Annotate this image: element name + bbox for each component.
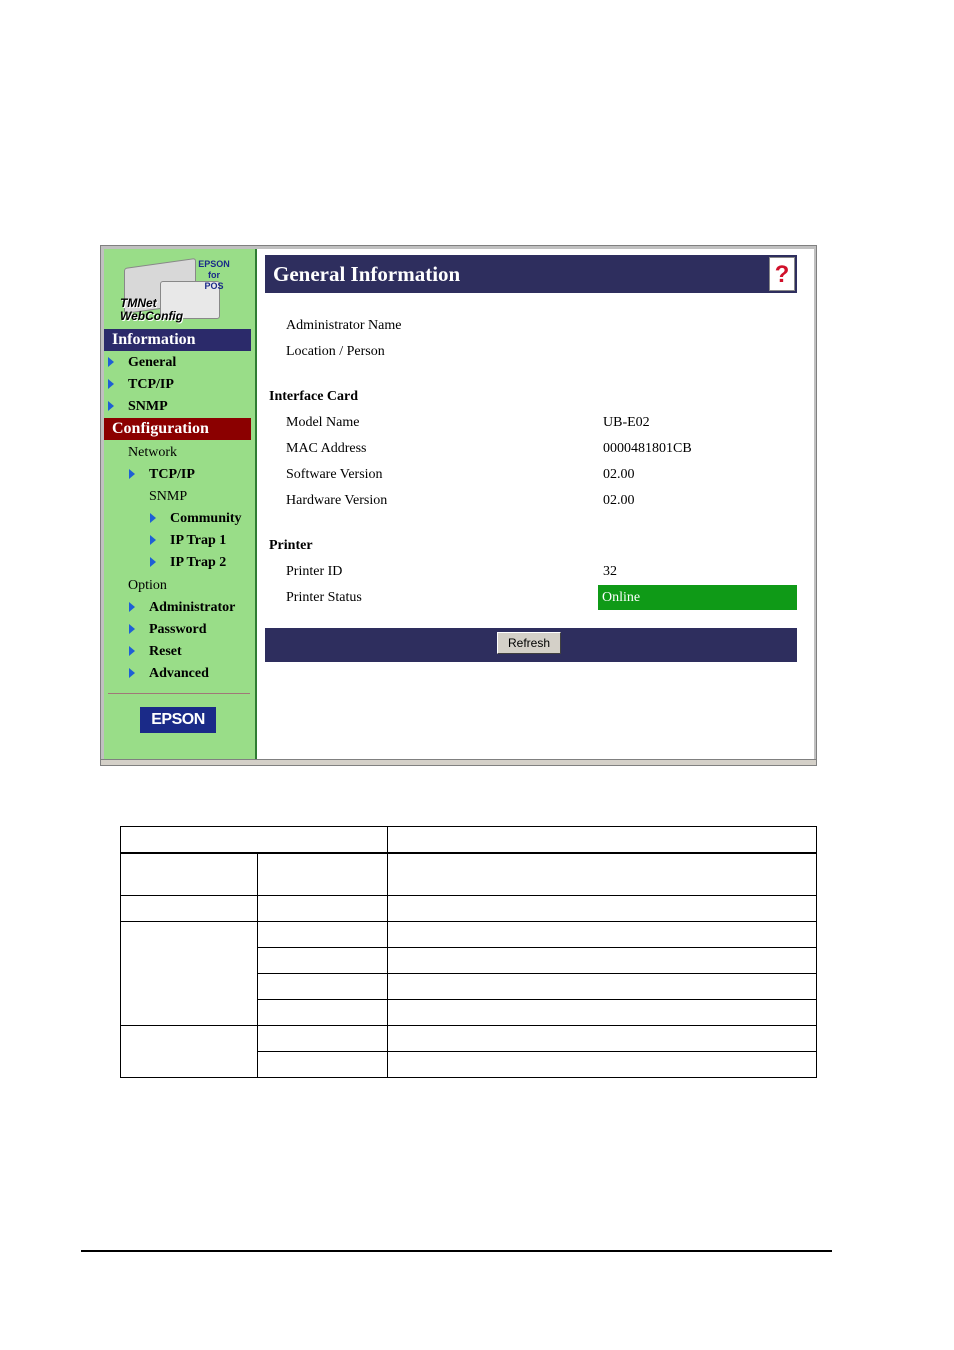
product-name: TMNet WebConfig xyxy=(120,296,184,323)
help-icon[interactable]: ? xyxy=(769,257,795,291)
table-cell xyxy=(387,947,817,974)
arrow-icon xyxy=(129,645,135,656)
tmnet-webconfig-logo: EPSON for POS TMNet WebConfig xyxy=(120,255,238,327)
table-cell xyxy=(257,999,388,1026)
table-cell xyxy=(257,895,388,922)
browser-status-bar xyxy=(101,759,816,765)
table-row xyxy=(120,921,817,1026)
table-header-row xyxy=(120,826,817,854)
location-person-label: Location / Person xyxy=(286,344,385,359)
refresh-button[interactable]: Refresh xyxy=(497,632,561,654)
table-cell xyxy=(257,947,388,974)
table-cell xyxy=(120,852,258,896)
arrow-icon xyxy=(129,667,135,678)
title-bar: General Information ? xyxy=(265,255,797,293)
table-cell xyxy=(387,826,817,854)
table-cell xyxy=(387,973,817,1000)
nav-info-snmp[interactable]: SNMP xyxy=(108,398,168,416)
configuration-header: Configuration xyxy=(104,418,251,440)
nav-config-ip-trap-1[interactable]: IP Trap 1 xyxy=(150,532,226,550)
nav-config-reset[interactable]: Reset xyxy=(129,643,182,661)
sidebar: EPSON for POS TMNet WebConfig Informatio… xyxy=(104,249,257,759)
table-row xyxy=(120,895,817,922)
nav-info-general[interactable]: General xyxy=(108,354,176,372)
printer-status-badge: Online xyxy=(598,585,797,610)
software-version-label: Software Version xyxy=(286,467,383,482)
epson-logo-link[interactable]: EPSON xyxy=(140,707,216,733)
action-bar: Refresh xyxy=(265,628,797,662)
page-footer-rule xyxy=(81,1250,832,1252)
nav-config-password[interactable]: Password xyxy=(129,621,207,639)
table-cell xyxy=(387,852,817,896)
arrow-icon xyxy=(150,556,156,567)
printer-id-value: 32 xyxy=(603,564,617,579)
nav-config-ip-trap-2[interactable]: IP Trap 2 xyxy=(150,554,226,572)
table-cell xyxy=(257,921,388,948)
table-cell xyxy=(387,895,817,922)
table-cell xyxy=(120,921,258,1026)
arrow-icon xyxy=(108,356,114,367)
printer-id-label: Printer ID xyxy=(286,564,343,579)
arrow-icon xyxy=(108,378,114,389)
description-table xyxy=(120,826,817,1078)
model-name-label: Model Name xyxy=(286,415,360,430)
network-label: Network xyxy=(128,445,177,460)
webconfig-window: EPSON for POS TMNet WebConfig Informatio… xyxy=(100,245,817,766)
option-label: Option xyxy=(128,578,167,593)
table-cell xyxy=(387,1051,817,1078)
nav-config-administrator[interactable]: Administrator xyxy=(129,599,235,617)
administrator-name-label: Administrator Name xyxy=(286,318,402,333)
sidebar-divider xyxy=(108,693,250,694)
page-title: General Information xyxy=(273,262,461,286)
arrow-icon xyxy=(129,468,135,479)
epson-for-pos-tag: EPSON for POS xyxy=(198,259,230,291)
table-cell xyxy=(257,852,388,896)
software-version-value: 02.00 xyxy=(603,467,635,482)
table-row xyxy=(120,852,817,896)
table-cell xyxy=(257,1025,388,1052)
hardware-version-label: Hardware Version xyxy=(286,493,388,508)
interface-card-heading: Interface Card xyxy=(269,389,359,404)
table-cell xyxy=(387,1025,817,1052)
information-header: Information xyxy=(104,329,251,351)
arrow-icon xyxy=(129,601,135,612)
table-cell xyxy=(120,895,258,922)
mac-address-label: MAC Address xyxy=(286,441,367,456)
arrow-icon xyxy=(150,534,156,545)
nav-config-advanced[interactable]: Advanced xyxy=(129,665,209,683)
table-cell xyxy=(120,1025,258,1078)
arrow-icon xyxy=(129,623,135,634)
table-cell xyxy=(387,921,817,948)
table-cell xyxy=(120,826,388,854)
table-cell xyxy=(257,973,388,1000)
arrow-icon xyxy=(150,512,156,523)
printer-heading: Printer xyxy=(269,538,313,553)
table-cell xyxy=(387,999,817,1026)
table-row xyxy=(120,1025,817,1078)
printer-status-label: Printer Status xyxy=(286,590,362,605)
arrow-icon xyxy=(108,400,114,411)
snmp-label: SNMP xyxy=(149,489,188,504)
main-content: General Information ? Administrator Name… xyxy=(257,249,814,759)
mac-address-value: 0000481801CB xyxy=(603,441,692,456)
nav-info-tcpip[interactable]: TCP/IP xyxy=(108,376,174,394)
hardware-version-value: 02.00 xyxy=(603,493,635,508)
nav-config-community[interactable]: Community xyxy=(150,510,242,528)
table-cell xyxy=(257,1051,388,1078)
model-name-value: UB-E02 xyxy=(603,415,650,430)
nav-config-tcpip[interactable]: TCP/IP xyxy=(129,466,195,484)
